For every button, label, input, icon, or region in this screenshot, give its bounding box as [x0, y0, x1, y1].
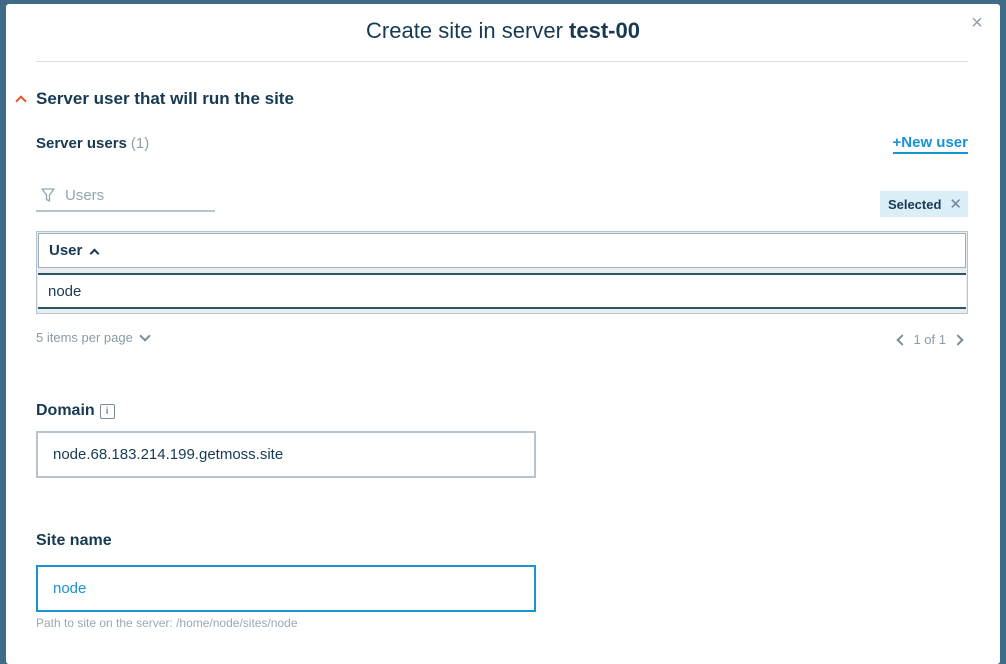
items-per-page-label: 5 items per page: [36, 330, 133, 345]
pagination: 1 of 1: [895, 332, 964, 347]
domain-field[interactable]: [36, 431, 536, 478]
chevron-up-icon[interactable]: [14, 92, 28, 106]
domain-label-text: Domain: [36, 402, 95, 419]
users-filter-input[interactable]: [65, 186, 205, 204]
dialog-title: Create site in server test-00: [6, 18, 1000, 44]
domain-label: Domain i: [36, 402, 115, 420]
selected-chip-label: Selected: [887, 196, 942, 212]
info-icon[interactable]: i: [99, 403, 115, 419]
site-path-hint: Path to site on the server: /home/node/s…: [36, 616, 298, 630]
column-header-user[interactable]: User: [49, 242, 82, 259]
new-user-link[interactable]: +New user: [892, 134, 968, 154]
pagination-text: 1 of 1: [913, 332, 946, 347]
server-users-label: Server users (1): [36, 135, 149, 152]
users-table-header[interactable]: User: [38, 233, 966, 268]
chevron-down-icon[interactable]: [139, 331, 151, 343]
users-table: User node: [36, 231, 968, 314]
server-users-count: (1): [130, 135, 150, 152]
table-row[interactable]: node: [38, 273, 966, 309]
chevron-right-icon[interactable]: [954, 334, 964, 346]
section-header-server-user[interactable]: Server user that will run the site: [14, 89, 294, 109]
filter-icon: [41, 188, 55, 202]
site-name-field[interactable]: [36, 565, 536, 612]
title-divider: [36, 61, 968, 62]
section-title: Server user that will run the site: [36, 89, 294, 108]
chevron-left-icon[interactable]: [895, 334, 905, 346]
site-name-label: Site name: [36, 532, 112, 550]
site-name-label-text: Site name: [36, 532, 112, 549]
selected-filter-chip[interactable]: Selected ✕: [879, 191, 968, 217]
users-filter[interactable]: [36, 180, 215, 212]
create-site-dialog: × Create site in server test-00 Server u…: [6, 4, 1000, 664]
sort-ascending-icon[interactable]: [89, 248, 99, 258]
table-cell-user: node: [48, 282, 82, 300]
items-per-page-select[interactable]: 5 items per page: [36, 330, 151, 345]
dialog-title-prefix: Create site in server: [366, 18, 570, 43]
dialog-title-server: test-00: [569, 18, 640, 43]
chip-remove-icon[interactable]: ✕: [949, 197, 962, 212]
server-users-text: Server users: [36, 135, 127, 152]
